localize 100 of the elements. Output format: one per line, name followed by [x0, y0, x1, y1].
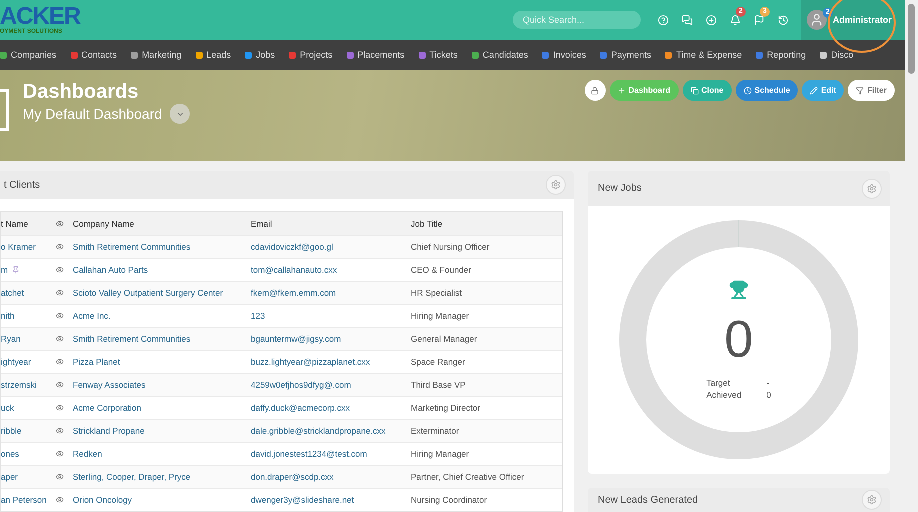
- logo-name: ACKER: [0, 5, 80, 29]
- filter-button[interactable]: Filter: [848, 80, 895, 101]
- company-link[interactable]: Pizza Planet: [73, 357, 251, 367]
- add-icon: [618, 86, 626, 94]
- nav-item[interactable]: Candidates: [472, 50, 528, 60]
- company-link[interactable]: Sterling, Cooper, Draper, Pryce: [73, 472, 251, 482]
- eye-icon[interactable]: [56, 450, 64, 458]
- company-link[interactable]: Smith Retirement Communities: [73, 334, 251, 344]
- email-link[interactable]: david.jonestest1234@test.com: [251, 449, 411, 459]
- contact-link[interactable]: aper: [1, 472, 18, 482]
- email-link[interactable]: tom@callahanauto.cxx: [251, 265, 411, 275]
- eye-icon[interactable]: [56, 404, 64, 412]
- email-link[interactable]: don.draper@scdp.cxx: [251, 472, 411, 482]
- flag-icon[interactable]: [754, 14, 764, 26]
- schedule-icon: [744, 86, 752, 94]
- email-link[interactable]: dale.gribble@stricklandpropane.cxx: [251, 426, 411, 436]
- contact-link[interactable]: nith: [1, 311, 15, 321]
- email-link[interactable]: 123: [251, 311, 411, 321]
- table-cell-text: Chief Nursing Officer: [411, 242, 491, 252]
- add-icon[interactable]: [706, 14, 716, 26]
- email-link[interactable]: 4259w0efjhos9dfyg@.com: [251, 380, 411, 390]
- column-header: Company Name: [73, 218, 136, 228]
- quick-search-field[interactable]: Quick Search...: [513, 11, 641, 29]
- contact-link[interactable]: atchet: [1, 288, 24, 298]
- email-link[interactable]: daffy.duck@acmecorp.cxx: [251, 403, 411, 413]
- lock-button[interactable]: [584, 80, 606, 101]
- company-link[interactable]: Strickland Propane: [73, 426, 251, 436]
- history-icon[interactable]: [778, 14, 788, 26]
- email-link[interactable]: dwenger3y@slideshare.net: [251, 495, 411, 505]
- contact-link[interactable]: Ryan: [1, 334, 21, 344]
- table-cell-text: HR Specialist: [411, 288, 464, 298]
- column-header: Email: [251, 218, 274, 228]
- settings-icon[interactable]: [862, 490, 882, 510]
- nav-item[interactable]: Contacts: [70, 50, 118, 60]
- company-link[interactable]: Redken: [73, 449, 251, 459]
- table-cell-text: Partner, Chief Creative Officer: [411, 472, 526, 482]
- nav-item[interactable]: Marketing: [131, 50, 182, 60]
- eye-icon[interactable]: [56, 381, 64, 389]
- contact-link[interactable]: ribble: [1, 426, 22, 436]
- stat-value: 0: [766, 390, 772, 400]
- stat-label: Target: [706, 378, 732, 388]
- eye-icon[interactable]: [56, 243, 64, 251]
- company-link[interactable]: Fenway Associates: [73, 380, 251, 390]
- company-link[interactable]: Smith Retirement Communities: [73, 242, 251, 252]
- metric-value: 0: [724, 314, 754, 366]
- user-name[interactable]: Administrator: [833, 15, 892, 25]
- scrollbar-thumb[interactable]: [908, 4, 915, 74]
- company-link[interactable]: Callahan Auto Parts: [73, 265, 251, 275]
- avatar[interactable]: [807, 10, 827, 30]
- contact-link[interactable]: ightyear: [1, 357, 32, 367]
- company-link[interactable]: Scioto Valley Outpatient Surgery Center: [73, 288, 251, 298]
- settings-icon[interactable]: [862, 178, 882, 198]
- nav-item[interactable]: Leads: [196, 50, 232, 60]
- settings-icon[interactable]: [546, 175, 566, 195]
- filter-icon: [856, 86, 864, 94]
- eye-icon[interactable]: [56, 473, 64, 481]
- stat-label: Achieved: [706, 390, 743, 400]
- eye-icon[interactable]: [56, 312, 64, 320]
- stat-value: -: [766, 378, 770, 388]
- eye-icon[interactable]: [56, 427, 64, 435]
- contact-link[interactable]: uck: [1, 403, 14, 413]
- email-link[interactable]: fkem@fkem.emm.com: [251, 288, 411, 298]
- eye-icon[interactable]: [56, 496, 64, 504]
- chat-icon[interactable]: [682, 14, 692, 26]
- help-icon[interactable]: [658, 14, 668, 26]
- table-cell-text: Marketing Director: [411, 403, 482, 413]
- panel-title: t Clients: [4, 180, 40, 190]
- table-cell-text: Space Ranger: [411, 357, 466, 367]
- nav-item[interactable]: Tickets: [418, 50, 458, 60]
- nav-item[interactable]: Placements: [346, 50, 405, 60]
- email-link[interactable]: buzz.lightyear@pizzaplanet.cxx: [251, 357, 411, 367]
- eye-icon[interactable]: [56, 358, 64, 366]
- eye-icon[interactable]: [56, 289, 64, 297]
- bell-icon[interactable]: [730, 14, 740, 26]
- email-link[interactable]: bgauntermw@jigsy.com: [251, 334, 411, 344]
- contact-link[interactable]: m: [1, 265, 8, 275]
- nav-item[interactable]: Payments: [600, 50, 652, 60]
- contact-link[interactable]: ones: [1, 449, 20, 459]
- company-link[interactable]: Acme Corporation: [73, 403, 251, 413]
- contact-link[interactable]: strzemski: [1, 380, 37, 390]
- table-cell-text: General Manager: [411, 334, 478, 344]
- contact-link[interactable]: an Peterson: [1, 495, 47, 505]
- nav-item[interactable]: Projects: [289, 50, 333, 60]
- nav-item[interactable]: Invoices: [542, 50, 586, 60]
- eye-icon[interactable]: [56, 266, 64, 274]
- nav-item[interactable]: Disco: [820, 50, 854, 60]
- schedule-button[interactable]: Schedule: [736, 80, 798, 101]
- nav-item[interactable]: Reporting: [756, 50, 806, 60]
- nav-item[interactable]: Time & Expense: [665, 50, 742, 60]
- company-link[interactable]: Orion Oncology: [73, 495, 251, 505]
- nav-item[interactable]: Companies: [0, 50, 57, 60]
- email-link[interactable]: cdavidoviczkf@goo.gl: [251, 242, 411, 252]
- column-header: t Name: [1, 218, 30, 228]
- eye-icon[interactable]: [56, 335, 64, 343]
- nav-item[interactable]: Jobs: [245, 50, 276, 60]
- panel-title: New Leads Generated: [598, 494, 698, 506]
- table-cell-text: Hiring Manager: [411, 311, 470, 321]
- contact-link[interactable]: o Kramer: [1, 242, 36, 252]
- edit-icon: [810, 86, 818, 94]
- company-link[interactable]: Acme Inc.: [73, 311, 251, 321]
